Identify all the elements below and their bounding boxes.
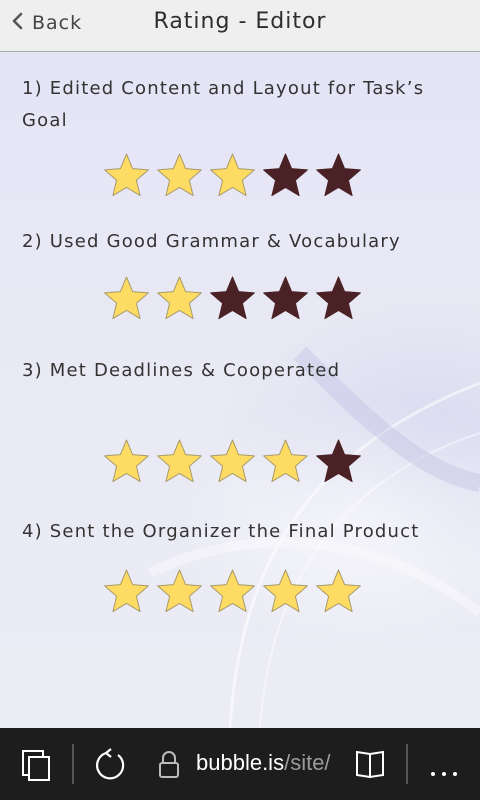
bar-divider [72, 744, 74, 784]
star-empty-icon[interactable] [259, 150, 312, 200]
star-filled-icon[interactable] [100, 150, 153, 200]
question-4-label: 4) Sent the Organizer the Final Product [22, 521, 420, 542]
question-4-stars [100, 566, 365, 616]
url-path: /site/ [284, 750, 331, 775]
question-3-label: 3) Met Deadlines & Cooperated [22, 360, 341, 381]
star-filled-icon[interactable] [259, 436, 312, 486]
star-filled-icon[interactable] [206, 566, 259, 616]
star-filled-icon[interactable] [259, 566, 312, 616]
star-filled-icon[interactable] [153, 273, 206, 323]
star-empty-icon[interactable] [259, 273, 312, 323]
star-filled-icon[interactable] [206, 436, 259, 486]
bar-divider [406, 744, 408, 784]
question-1-stars [100, 150, 365, 200]
question-1-label: 1) Edited Content and Layout for Task’s … [22, 78, 425, 131]
star-empty-icon[interactable] [206, 273, 259, 323]
star-filled-icon[interactable] [206, 150, 259, 200]
more-icon[interactable] [430, 762, 458, 781]
question-3-stars [100, 436, 365, 486]
star-empty-icon[interactable] [312, 273, 365, 323]
star-filled-icon[interactable] [100, 566, 153, 616]
star-filled-icon[interactable] [153, 150, 206, 200]
rating-content: 1) Edited Content and Layout for Task’s … [0, 53, 480, 728]
header-bar: Back Rating - Editor [0, 0, 480, 52]
star-filled-icon[interactable] [100, 436, 153, 486]
star-filled-icon[interactable] [153, 566, 206, 616]
star-filled-icon[interactable] [312, 566, 365, 616]
url-host: bubble.is [196, 750, 285, 775]
address-bar[interactable]: bubble.is/site/ [196, 750, 331, 776]
star-filled-icon[interactable] [100, 273, 153, 323]
question-2-stars [100, 273, 365, 323]
lock-icon [158, 750, 180, 784]
refresh-icon[interactable] [92, 747, 128, 787]
star-empty-icon[interactable] [312, 150, 365, 200]
question-2-label: 2) Used Good Grammar & Vocabulary [22, 231, 401, 252]
page-title: Rating - Editor [153, 9, 327, 34]
star-empty-icon[interactable] [312, 436, 365, 486]
tabs-icon[interactable] [20, 748, 52, 786]
browser-bottom-bar: bubble.is/site/ [0, 728, 480, 800]
star-filled-icon[interactable] [153, 436, 206, 486]
reading-view-icon[interactable] [354, 749, 386, 783]
